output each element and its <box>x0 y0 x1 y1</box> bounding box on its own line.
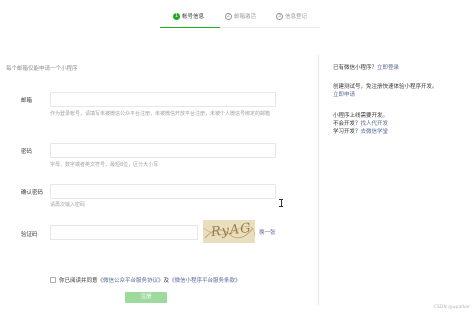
captcha-label: 验证码 <box>21 232 38 238</box>
captcha-refresh-link[interactable]: 换一张 <box>259 228 276 236</box>
confirm-password-hint: 请再次输入密码 <box>50 202 86 208</box>
step-info-registration: 3 信息登记 <box>276 9 307 23</box>
sidebar-test-account: 创建测试号，免注册快速体验小程序开发。 立即申请 <box>333 83 468 99</box>
step-number: 2 <box>225 12 232 20</box>
step-number: 1 <box>173 12 180 20</box>
sidebar-learn-develop: 学习开发？ <box>333 129 361 135</box>
password-hint: 字母、数字或者英文符号，最短8位，区分大小写 <box>50 162 159 168</box>
step-email-activation: 2 邮箱激活 <box>225 9 256 23</box>
step-account-info: 1 帐号信息 <box>173 9 204 23</box>
sidebar-cant-develop: 不会开发？ <box>333 121 361 127</box>
text-cursor-icon <box>279 199 283 207</box>
confirm-password-field[interactable] <box>50 184 276 199</box>
sidebar-test-text: 创建测试号，免注册快速体验小程序开发。 <box>333 84 438 90</box>
steps-track-active <box>160 27 220 28</box>
register-button[interactable]: 注册 <box>125 292 167 303</box>
password-field[interactable] <box>50 143 276 158</box>
agreement-checkbox[interactable] <box>50 277 56 283</box>
agreement-prefix: 你已阅读并同意 <box>59 278 98 284</box>
sidebar-existing-text: 已有微信小程序？ <box>333 65 378 71</box>
watermark: CSDN @uparker <box>433 305 470 310</box>
step-label: 邮箱激活 <box>234 14 257 20</box>
step-label: 信息登记 <box>285 14 308 20</box>
sidebar-develop-text: 小程序上线需要开发。 <box>333 113 389 119</box>
apply-now-link[interactable]: 立即申请 <box>333 92 355 98</box>
confirm-password-label: 确认密码 <box>21 190 44 196</box>
password-label: 密码 <box>21 149 33 155</box>
email-hint: 作为登录帐号，请填写未被微信公众平台注册，未被微信开放平台注册，未被个人微信号绑… <box>50 111 271 117</box>
agreement-row: 你已阅读并同意 《微信公众平台服务协议》 及 《微信小程序平台服务条款》 <box>50 276 241 284</box>
wechat-academy-link[interactable]: 去微信学堂 <box>361 129 389 135</box>
find-developer-link[interactable]: 找人代开发 <box>361 121 389 127</box>
login-link[interactable]: 立即登录 <box>377 65 399 71</box>
email-field[interactable] <box>50 92 276 107</box>
sidebar-develop: 小程序上线需要开发。 不会开发？找人代开发 学习开发？去微信学堂 <box>333 112 468 136</box>
progress-steps: 1 帐号信息 2 邮箱激活 3 信息登记 <box>0 9 474 23</box>
email-label: 邮箱 <box>21 98 33 104</box>
sidebar-divider <box>318 55 319 305</box>
step-label: 帐号信息 <box>182 14 205 20</box>
captcha-image[interactable]: RyAG <box>203 220 255 243</box>
form-intro: 每个邮箱仅能申请一个小程序 <box>6 66 78 72</box>
captcha-field[interactable] <box>50 225 198 240</box>
service-agreement-link[interactable]: 《微信公众平台服务协议》 <box>98 276 164 284</box>
sidebar-login: 已有微信小程序？立即登录 <box>333 64 468 72</box>
platform-terms-link[interactable]: 《微信小程序平台服务条款》 <box>169 276 241 284</box>
step-number: 3 <box>276 12 283 20</box>
